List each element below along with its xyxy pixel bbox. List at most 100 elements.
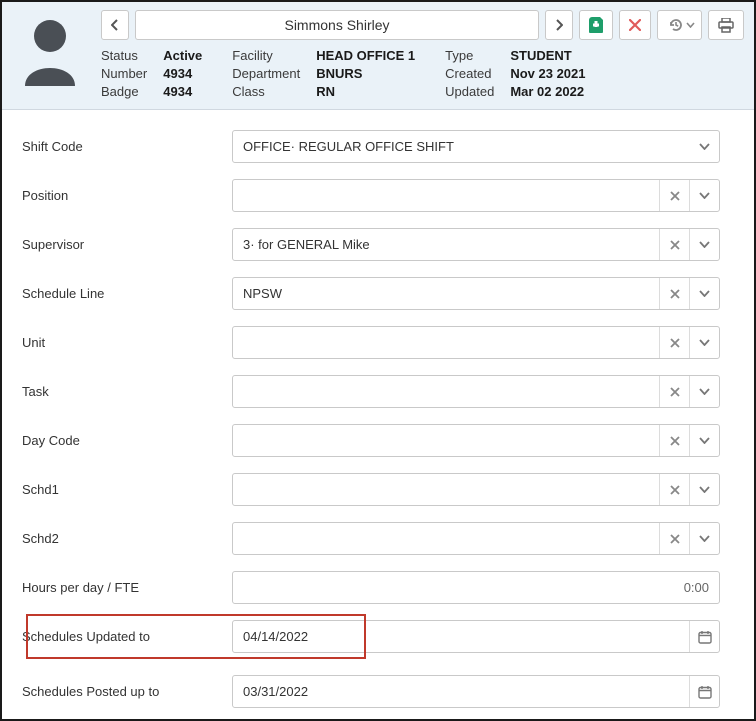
row-schd1: Schd1 — [20, 473, 720, 506]
supervisor-label: Supervisor — [20, 237, 232, 252]
task-value — [233, 376, 659, 407]
row-position: Position — [20, 179, 720, 212]
type-value: STUDENT — [510, 48, 585, 63]
position-select[interactable] — [232, 179, 720, 212]
task-label: Task — [20, 384, 232, 399]
clear-icon[interactable] — [659, 523, 689, 554]
clear-icon[interactable] — [659, 180, 689, 211]
schd2-label: Schd2 — [20, 531, 232, 546]
hours-fte-value: 0:00 — [233, 572, 719, 603]
shift-code-value: OFFICE· REGULAR OFFICE SHIFT — [233, 131, 689, 162]
schd2-value — [233, 523, 659, 554]
calendar-icon[interactable] — [689, 621, 719, 652]
number-value: 4934 — [163, 66, 202, 81]
class-label: Class — [232, 84, 300, 99]
info-col-1: Status Active Number 4934 Badge 4934 — [101, 48, 202, 99]
clear-icon[interactable] — [659, 229, 689, 260]
schd1-select[interactable] — [232, 473, 720, 506]
row-schedule-line: Schedule Line NPSW — [20, 277, 720, 310]
type-label: Type — [445, 48, 494, 63]
shift-code-label: Shift Code — [20, 139, 232, 154]
updated-value: Mar 02 2022 — [510, 84, 585, 99]
print-button[interactable] — [708, 10, 744, 40]
chevron-down-icon[interactable] — [689, 425, 719, 456]
class-value: RN — [316, 84, 415, 99]
header-right: Simmons Shirley — [101, 10, 744, 99]
chevron-down-icon[interactable] — [689, 523, 719, 554]
history-dropdown-button[interactable] — [657, 10, 702, 40]
clear-icon[interactable] — [659, 474, 689, 505]
row-schedules-updated: Schedules Updated to 04/14/2022 — [20, 620, 720, 653]
calendar-icon[interactable] — [689, 676, 719, 707]
form-area: Shift Code OFFICE· REGULAR OFFICE SHIFT … — [2, 110, 754, 721]
day-code-select[interactable] — [232, 424, 720, 457]
row-task: Task — [20, 375, 720, 408]
day-code-value — [233, 425, 659, 456]
schd2-select[interactable] — [232, 522, 720, 555]
unit-value — [233, 327, 659, 358]
person-name-field[interactable]: Simmons Shirley — [135, 10, 539, 40]
schedule-line-label: Schedule Line — [20, 286, 232, 301]
supervisor-select[interactable]: 3· for GENERAL Mike — [232, 228, 720, 261]
created-value: Nov 23 2021 — [510, 66, 585, 81]
header: Simmons Shirley — [2, 2, 754, 110]
department-label: Department — [232, 66, 300, 81]
badge-value: 4934 — [163, 84, 202, 99]
supervisor-value: 3· for GENERAL Mike — [233, 229, 659, 260]
shift-code-select[interactable]: OFFICE· REGULAR OFFICE SHIFT — [232, 130, 720, 163]
chevron-down-icon[interactable] — [689, 327, 719, 358]
schedules-posted-value: 03/31/2022 — [233, 676, 689, 707]
chevron-down-icon[interactable] — [689, 474, 719, 505]
schd1-label: Schd1 — [20, 482, 232, 497]
info-col-2: Facility HEAD OFFICE 1 Department BNURS … — [232, 48, 415, 99]
nav-prev-button[interactable] — [101, 10, 129, 40]
day-code-label: Day Code — [20, 433, 232, 448]
info-grid: Status Active Number 4934 Badge 4934 Fac… — [101, 48, 744, 99]
schedules-updated-date[interactable]: 04/14/2022 — [232, 620, 720, 653]
facility-value: HEAD OFFICE 1 — [316, 48, 415, 63]
chevron-down-icon[interactable] — [689, 180, 719, 211]
chevron-down-icon[interactable] — [689, 376, 719, 407]
hours-fte-label: Hours per day / FTE — [20, 580, 232, 595]
clear-icon[interactable] — [659, 376, 689, 407]
schedules-updated-value: 04/14/2022 — [233, 621, 689, 652]
department-value: BNURS — [316, 66, 415, 81]
employee-detail-panel: Simmons Shirley — [0, 0, 756, 721]
clear-icon[interactable] — [659, 327, 689, 358]
toolbar: Simmons Shirley — [101, 10, 744, 40]
schd1-value — [233, 474, 659, 505]
clear-icon[interactable] — [659, 425, 689, 456]
delete-button[interactable] — [619, 10, 651, 40]
row-schedules-posted: Schedules Posted up to 03/31/2022 — [20, 675, 720, 708]
task-select[interactable] — [232, 375, 720, 408]
row-supervisor: Supervisor 3· for GENERAL Mike — [20, 228, 720, 261]
facility-label: Facility — [232, 48, 300, 63]
badge-label: Badge — [101, 84, 147, 99]
chevron-down-icon[interactable] — [689, 229, 719, 260]
schedule-line-value: NPSW — [233, 278, 659, 309]
row-unit: Unit — [20, 326, 720, 359]
created-label: Created — [445, 66, 494, 81]
avatar — [12, 10, 87, 99]
schedules-posted-date[interactable]: 03/31/2022 — [232, 675, 720, 708]
row-hours-fte: Hours per day / FTE 0:00 — [20, 571, 720, 604]
status-label: Status — [101, 48, 147, 63]
save-button[interactable] — [579, 10, 613, 40]
nav-next-button[interactable] — [545, 10, 573, 40]
row-day-code: Day Code — [20, 424, 720, 457]
schedule-line-select[interactable]: NPSW — [232, 277, 720, 310]
row-shift-code: Shift Code OFFICE· REGULAR OFFICE SHIFT — [20, 130, 720, 163]
unit-select[interactable] — [232, 326, 720, 359]
chevron-down-icon[interactable] — [689, 131, 719, 162]
schedules-posted-label: Schedules Posted up to — [20, 684, 232, 699]
row-schd2: Schd2 — [20, 522, 720, 555]
updated-label: Updated — [445, 84, 494, 99]
position-value — [233, 180, 659, 211]
position-label: Position — [20, 188, 232, 203]
status-value: Active — [163, 48, 202, 63]
schedules-updated-label: Schedules Updated to — [20, 629, 232, 644]
unit-label: Unit — [20, 335, 232, 350]
clear-icon[interactable] — [659, 278, 689, 309]
hours-fte-input[interactable]: 0:00 — [232, 571, 720, 604]
chevron-down-icon[interactable] — [689, 278, 719, 309]
